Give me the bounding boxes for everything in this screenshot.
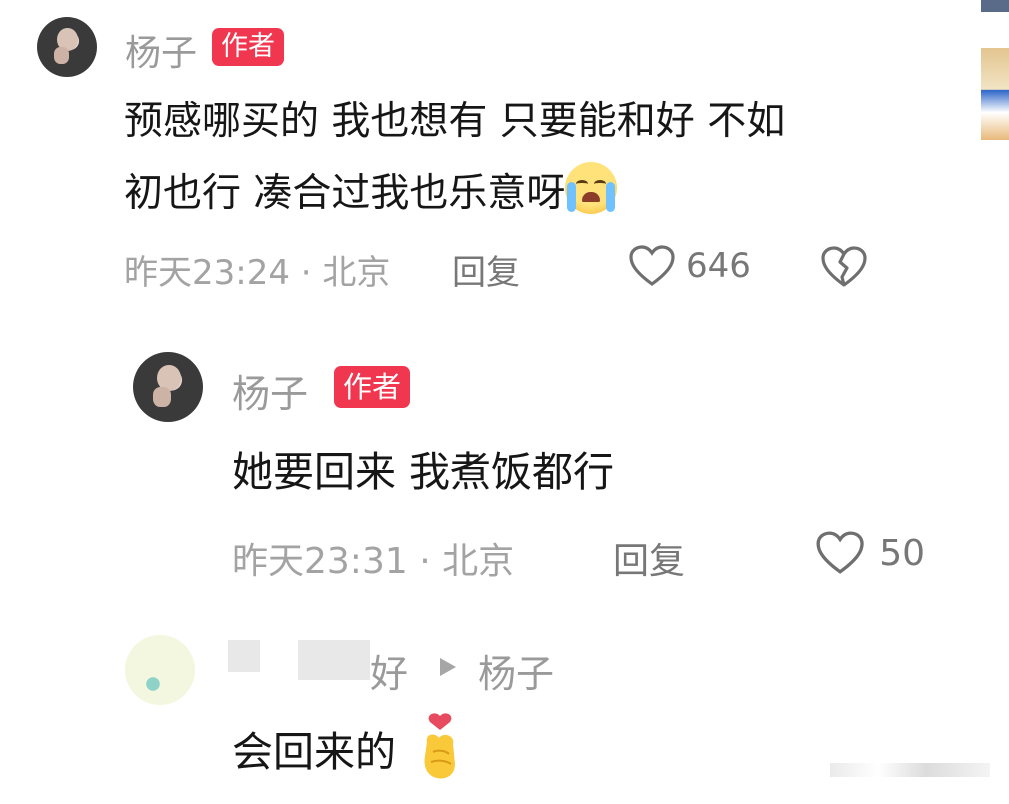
like-button[interactable]: 646 xyxy=(628,243,751,289)
comment-text-line: 初也行 凑合过我也乐意呀 xyxy=(124,158,924,230)
comment-screen: { "comments": [ { "author": "杨子", "badge… xyxy=(0,0,1009,804)
crying-face-emoji xyxy=(565,162,618,214)
like-count: 646 xyxy=(686,246,751,286)
comment-text-line: 预感哪买的 我也想有 只要能和好 不如 xyxy=(124,99,786,144)
reply-button[interactable]: 回复 xyxy=(452,245,520,294)
reply-to-name[interactable]: 杨子 xyxy=(478,643,554,698)
comment-time-location: 昨天23:24 · 北京 xyxy=(124,253,391,293)
side-thumbnail[interactable] xyxy=(981,48,1009,140)
like-count: 50 xyxy=(879,532,925,574)
author-avatar[interactable] xyxy=(133,352,203,422)
comment-time-location: 昨天23:31 · 北京 xyxy=(232,541,515,582)
commenter-name[interactable]: 好 xyxy=(370,643,408,698)
side-thumbnail-top[interactable] xyxy=(981,0,1009,12)
reply-button[interactable]: 回复 xyxy=(613,532,685,584)
broken-heart-icon[interactable] xyxy=(820,245,868,289)
comment-text: 会回来的 xyxy=(232,712,465,788)
like-button[interactable]: 50 xyxy=(815,528,925,578)
author-name[interactable]: 杨子 xyxy=(232,363,308,418)
blurred-name xyxy=(228,640,260,672)
author-badge: 作者 xyxy=(334,366,411,408)
finger-heart-emoji xyxy=(424,713,456,779)
watermark xyxy=(830,763,990,777)
heart-outline-icon xyxy=(816,531,864,574)
user-avatar[interactable] xyxy=(125,635,195,705)
play-arrow-icon xyxy=(440,658,456,676)
author-avatar[interactable] xyxy=(37,17,97,77)
comment-text: 预感哪买的 我也想有 只要能和好 不如 初也行 凑合过我也乐意呀 xyxy=(124,86,924,230)
author-badge: 作者 xyxy=(212,28,284,66)
author-name[interactable]: 杨子 xyxy=(125,24,197,76)
heart-outline-icon xyxy=(629,245,675,286)
blurred-name xyxy=(298,640,370,680)
comment-text: 她要回来 我煮饭都行 xyxy=(232,448,615,496)
